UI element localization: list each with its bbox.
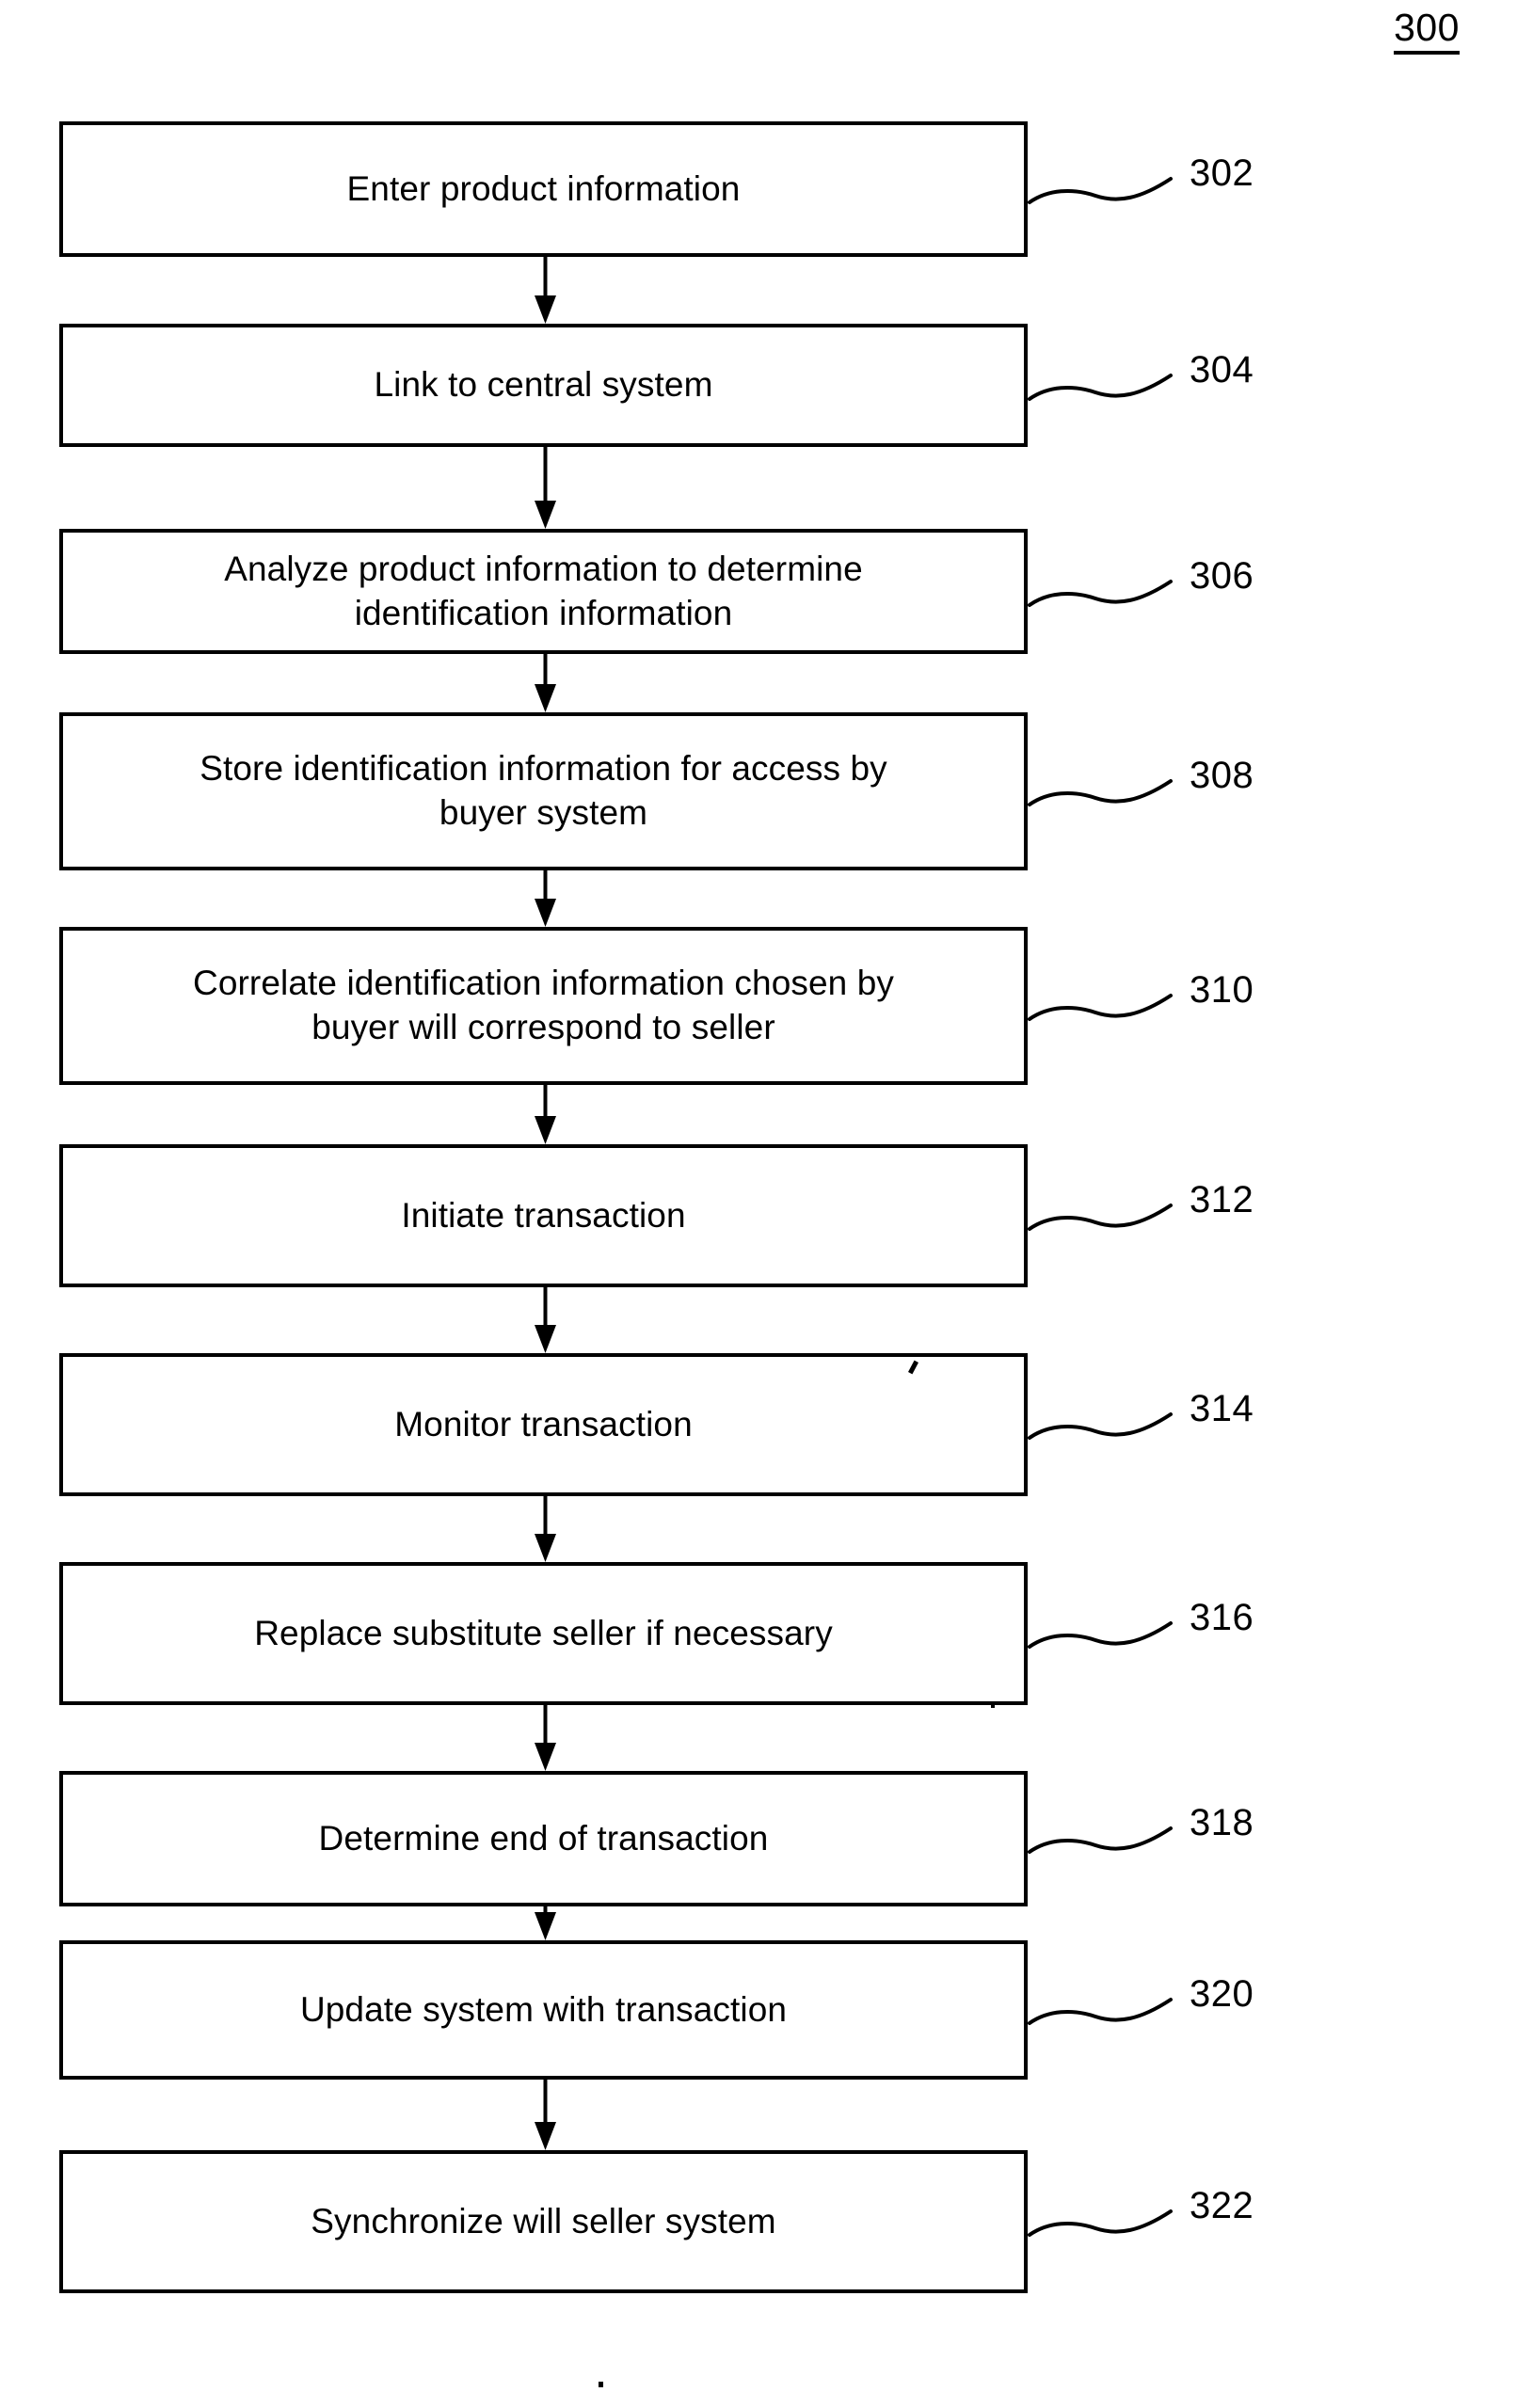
reference-number: 312: [1190, 1179, 1254, 1220]
flow-step-316: Replace substitute seller if necessary: [59, 1562, 1028, 1705]
flow-step-322: Synchronize will seller system: [59, 2150, 1028, 2293]
flow-step-label: Analyze product information to determine…: [224, 549, 863, 632]
leader-squiggle-icon: [1028, 579, 1173, 607]
flow-arrow: [527, 1287, 565, 1353]
reference-number: 304: [1190, 348, 1254, 391]
flow-step-label: Correlate identification information cho…: [193, 964, 894, 1046]
flow-step-label: Replace substitute seller if necessary: [254, 1613, 833, 1652]
reference-number: 316: [1190, 1597, 1254, 1638]
flow-step-label: Synchronize will seller system: [311, 2201, 776, 2241]
reference-number: 302: [1190, 152, 1254, 194]
flow-arrow: [527, 257, 565, 324]
flow-step-308: Store identification information for acc…: [59, 712, 1028, 870]
reference-number: 308: [1190, 755, 1254, 796]
leader-squiggle-icon: [1028, 1826, 1173, 1854]
reference-number: 310: [1190, 969, 1254, 1011]
flow-step-label: Update system with transaction: [299, 1989, 788, 2029]
reference-number: 320: [1190, 1973, 1254, 2015]
flow-step-320: Update system with transaction: [59, 1940, 1028, 2080]
flow-step-label: Enter product information: [346, 168, 741, 208]
flow-step-302: Enter product information: [59, 121, 1028, 257]
flow-arrow: [527, 1496, 565, 1562]
reference-number: 318: [1190, 1802, 1254, 1843]
flow-arrow: [527, 870, 565, 927]
leader-squiggle-icon: [1028, 994, 1173, 1021]
scan-artifact-dot: [599, 2382, 603, 2387]
reference-number: 322: [1190, 2185, 1254, 2226]
leader-squiggle-icon: [1028, 1621, 1173, 1649]
flow-arrow: [527, 1906, 565, 1940]
flow-arrow: [527, 654, 565, 712]
flow-step-label: Initiate transaction: [401, 1195, 686, 1235]
figure-canvas: 300 Enter product information 302 Link to …: [0, 0, 1533, 2408]
leader-squiggle-icon: [1028, 1998, 1173, 2025]
flow-step-306: Analyze product information to determine…: [59, 529, 1028, 654]
leader-squiggle-icon: [1028, 177, 1173, 204]
flow-step-312: Initiate transaction: [59, 1144, 1028, 1287]
flow-arrow: [527, 447, 565, 529]
flow-step-314: Monitor transaction: [59, 1353, 1028, 1496]
leader-squiggle-icon: [1028, 1412, 1173, 1440]
flow-step-label: Link to central system: [374, 365, 713, 404]
flow-step-label: Monitor transaction: [394, 1404, 693, 1443]
scan-artifact-speck: [991, 1704, 995, 1708]
flow-step-304: Link to central system: [59, 324, 1028, 447]
leader-squiggle-icon: [1028, 2209, 1173, 2237]
leader-squiggle-icon: [1028, 373, 1173, 401]
flow-arrow: [527, 2080, 565, 2150]
flow-arrow: [527, 1085, 565, 1144]
flow-step-310: Correlate identification information cho…: [59, 927, 1028, 1085]
figure-number: 300: [1394, 7, 1460, 56]
reference-number: 314: [1190, 1388, 1254, 1429]
leader-squiggle-icon: [1028, 1204, 1173, 1231]
leader-squiggle-icon: [1028, 779, 1173, 806]
flow-step-318: Determine end of transaction: [59, 1771, 1028, 1906]
reference-number: 306: [1190, 554, 1254, 597]
flow-step-label: Determine end of transaction: [318, 1818, 769, 1858]
flow-arrow: [527, 1705, 565, 1771]
flow-step-label: Store identification information for acc…: [200, 749, 887, 832]
